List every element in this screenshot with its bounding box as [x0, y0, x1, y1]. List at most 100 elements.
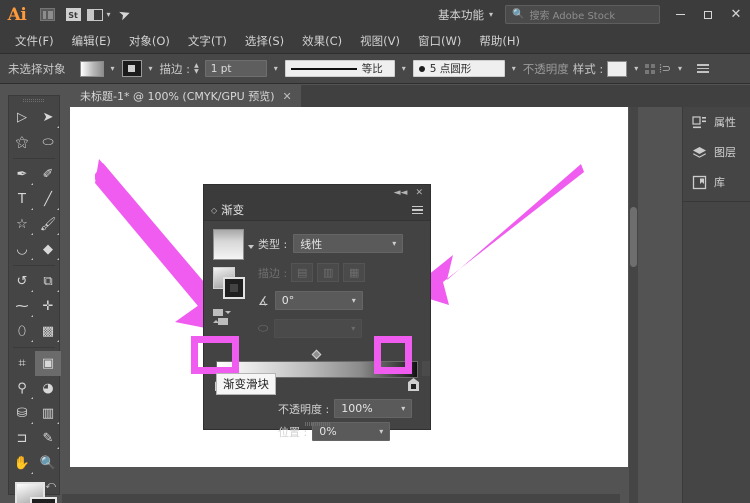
brush-chevron-down-icon[interactable]: ▾: [509, 64, 519, 73]
close-panel-icon[interactable]: ✕: [415, 188, 423, 198]
curvature-tool[interactable]: ✐: [35, 162, 61, 187]
reverse-gradient-icon[interactable]: [213, 309, 237, 329]
gradient-midpoint-handle[interactable]: [311, 349, 322, 360]
blend-tool[interactable]: ◕: [35, 376, 61, 401]
gradient-fill-stroke-toggle[interactable]: [213, 267, 247, 301]
menu-item-edit[interactable]: 编辑(E): [63, 29, 120, 54]
mesh-tool[interactable]: ⌗: [9, 351, 35, 376]
fill-color-swatch[interactable]: [79, 60, 104, 77]
tools-panel-grip[interactable]: [9, 96, 59, 105]
opacity-label: 不透明度: [522, 61, 569, 76]
gradient-panel-titlebar[interactable]: ◄◄ ✕: [204, 185, 430, 200]
close-icon[interactable]: ✕: [283, 90, 292, 103]
slice-tool[interactable]: ✎: [35, 426, 61, 451]
lasso-tool[interactable]: ⬭: [35, 130, 61, 155]
scrollbar-thumb[interactable]: [630, 207, 637, 267]
symbol-sprayer-tool[interactable]: ⛁: [9, 401, 35, 426]
stroke-profile-chevron-down-icon[interactable]: ▾: [399, 64, 409, 73]
menu-item-view[interactable]: 视图(V): [351, 29, 409, 54]
gradient-type-select[interactable]: 线性 ▾: [293, 234, 404, 253]
document-tab[interactable]: 未标题-1* @ 100% (CMYK/GPU 预览) ✕: [68, 85, 301, 107]
paintbrush-tool[interactable]: 🖌: [35, 212, 61, 237]
width-tool[interactable]: ⁓: [9, 294, 35, 319]
shaper-tool[interactable]: ◡: [9, 237, 35, 262]
menu-item-type[interactable]: 文字(T): [179, 29, 236, 54]
selection-tool[interactable]: ▷: [9, 105, 35, 130]
maximize-button[interactable]: [694, 0, 722, 29]
search-adobe-stock-input[interactable]: 🔍 搜索 Adobe Stock: [505, 5, 660, 24]
pen-tool[interactable]: ✒: [9, 162, 35, 187]
stroke-chevron-down-icon[interactable]: ▾: [146, 64, 156, 73]
menu-item-window[interactable]: 窗口(W): [409, 29, 470, 54]
dock-item-layers[interactable]: 图层: [683, 137, 750, 167]
stroke-weight-chevron-down-icon[interactable]: ▾: [271, 64, 281, 73]
menu-item-object[interactable]: 对象(O): [120, 29, 179, 54]
graphic-style-swatch[interactable]: [607, 60, 628, 77]
fill-chevron-down-icon[interactable]: ▾: [108, 64, 118, 73]
dock-item-properties[interactable]: 属性: [683, 107, 750, 137]
panel-resize-grip[interactable]: [204, 420, 432, 428]
style-chevron-down-icon[interactable]: ▾: [631, 64, 641, 73]
line-segment-tool[interactable]: ╱: [35, 187, 61, 212]
magic-wand-tool[interactable]: ⚝: [9, 130, 35, 155]
collapse-panel-icon[interactable]: ◄◄: [394, 188, 408, 198]
title-bar: Ai St ▾ ➤ 基本功能 ▾ 🔍 搜索 Adobe Stock ✕: [0, 0, 750, 29]
swap-fill-stroke-icon[interactable]: ⤺: [45, 480, 56, 491]
stroke-swatch[interactable]: [30, 497, 57, 503]
bridge-icon[interactable]: [34, 0, 60, 29]
menu-item-effect[interactable]: 效果(C): [293, 29, 351, 54]
close-button[interactable]: ✕: [722, 0, 750, 29]
canvas-horizontal-scrollbar[interactable]: [62, 494, 620, 503]
panel-menu-icon[interactable]: [412, 205, 423, 215]
stroke-profile-field[interactable]: 等比: [284, 60, 395, 77]
rotate-tool[interactable]: ↺: [9, 269, 35, 294]
stock-icon[interactable]: St: [60, 0, 86, 29]
shape-tool[interactable]: ☆: [9, 212, 35, 237]
canvas-vertical-scrollbar[interactable]: [629, 107, 638, 503]
transform-chevron-down-icon[interactable]: ▾: [675, 64, 685, 73]
gradient-stop-right[interactable]: [408, 378, 419, 391]
chevron-down-icon: ▾: [351, 296, 356, 305]
direct-selection-tool[interactable]: ➤: [35, 105, 61, 130]
eyedropper-tool[interactable]: ⚲: [9, 376, 35, 401]
stroke-color-swatch[interactable]: [121, 60, 142, 77]
transform-icon[interactable]: ⦙⊃: [659, 62, 671, 76]
free-transform-tool[interactable]: ✛: [35, 294, 61, 319]
column-graph-tool[interactable]: ▥: [35, 401, 61, 426]
gradient-stroke-icon[interactable]: [223, 277, 245, 299]
gradient-opacity-field[interactable]: 100% ▾: [334, 399, 413, 418]
gradient-preview-swatch[interactable]: [213, 229, 244, 260]
document-setup-icon[interactable]: [696, 64, 709, 73]
stroke-within-icon[interactable]: ▤: [291, 263, 314, 282]
gradient-panel-title: 渐变: [221, 203, 245, 217]
share-icon[interactable]: ➤: [112, 0, 138, 29]
menu-item-file[interactable]: 文件(F): [6, 29, 63, 54]
zoom-tool[interactable]: 🔍: [35, 451, 61, 476]
gradient-panel-tab[interactable]: ◇ 渐变: [204, 200, 430, 221]
dock-item-libraries[interactable]: 库: [683, 167, 750, 197]
artboard-tool[interactable]: ⊐: [9, 426, 35, 451]
eraser-tool[interactable]: ◆: [35, 237, 61, 262]
arrange-documents-icon[interactable]: ▾: [86, 0, 112, 29]
align-icon[interactable]: [645, 63, 656, 74]
toolbar-divider-3: [13, 347, 55, 348]
stroke-weight-field[interactable]: 1 pt: [204, 60, 267, 77]
gradient-tool[interactable]: ▣: [35, 351, 61, 376]
menu-item-select[interactable]: 选择(S): [236, 29, 293, 54]
stroke-across-icon[interactable]: ▦: [343, 263, 366, 282]
type-tool[interactable]: T: [9, 187, 35, 212]
stroke-profile-preview-icon: [290, 67, 357, 70]
shape-builder-tool[interactable]: ⬯: [9, 319, 35, 344]
gradient-angle-field[interactable]: 0° ▾: [274, 291, 363, 310]
hand-tool[interactable]: ✋: [9, 451, 35, 476]
menu-item-help[interactable]: 帮助(H): [470, 29, 529, 54]
gradient-aspect-field[interactable]: ▾: [274, 319, 363, 338]
stroke-weight-stepper[interactable]: ▲ ▼: [194, 63, 201, 75]
brush-definition-field[interactable]: 5 点圆形: [412, 60, 505, 77]
minimize-button[interactable]: [666, 0, 694, 29]
stroke-along-icon[interactable]: ▥: [317, 263, 340, 282]
perspective-grid-tool[interactable]: ▩: [35, 319, 61, 344]
workspace-switcher[interactable]: 基本功能 ▾: [430, 0, 501, 29]
gradient-presets-chevron-icon[interactable]: [248, 245, 254, 249]
scale-tool[interactable]: ⧉: [35, 269, 61, 294]
